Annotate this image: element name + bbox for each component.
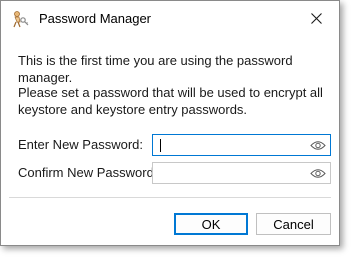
- confirm-password-label: Confirm New Password:: [18, 165, 158, 180]
- key-figure-icon: [13, 11, 29, 28]
- password-manager-dialog: Password Manager This is the first time …: [0, 0, 340, 246]
- new-password-input[interactable]: [157, 137, 302, 153]
- text-caret: [160, 139, 161, 152]
- ok-button[interactable]: OK: [174, 213, 248, 235]
- window-title: Password Manager: [39, 11, 151, 26]
- first-time-message: This is the first time you are using the…: [18, 53, 293, 85]
- close-icon: [310, 12, 322, 24]
- eye-icon[interactable]: [310, 167, 326, 180]
- confirm-password-field[interactable]: [152, 162, 331, 184]
- cancel-button[interactable]: Cancel: [256, 213, 331, 235]
- confirm-password-input[interactable]: [157, 165, 302, 181]
- instructions-message: Please set a password that will be used …: [18, 85, 323, 117]
- new-password-field[interactable]: [152, 134, 331, 156]
- new-password-label: Enter New Password:: [18, 137, 143, 152]
- close-button[interactable]: [293, 1, 339, 35]
- eye-icon[interactable]: [310, 139, 326, 152]
- divider: [9, 197, 331, 198]
- title-bar: Password Manager: [1, 1, 339, 35]
